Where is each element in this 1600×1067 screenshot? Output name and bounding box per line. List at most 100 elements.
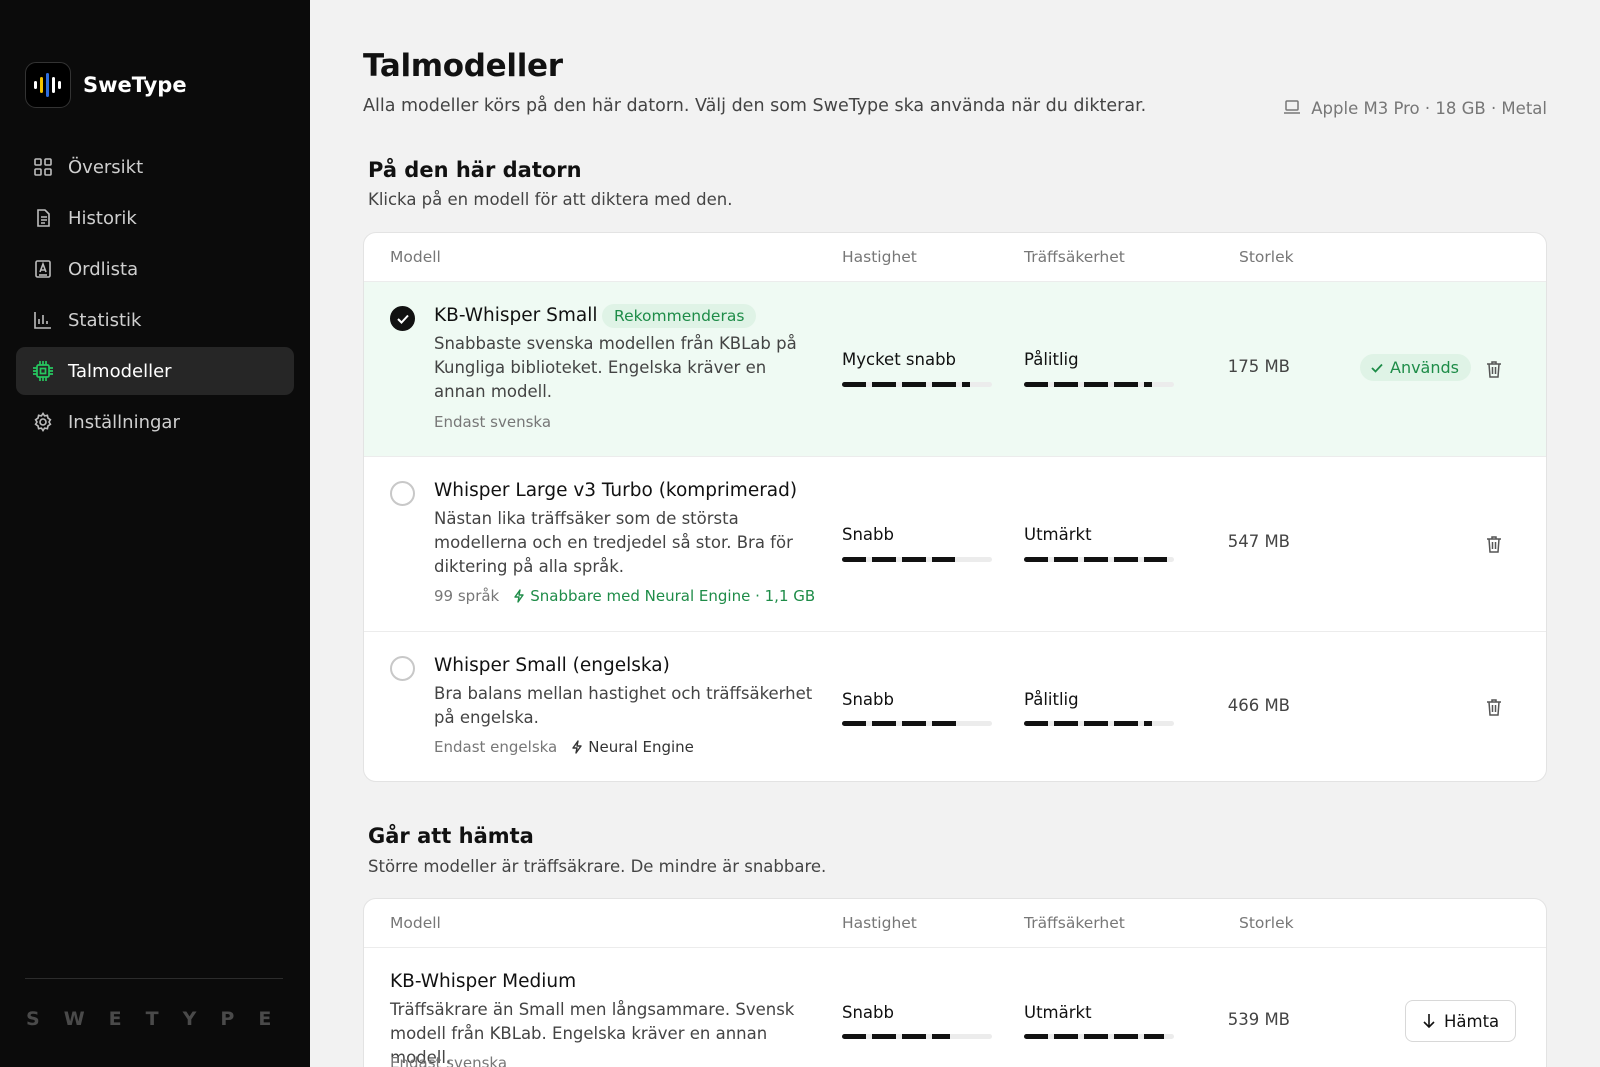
- section-title-available: Går att hämta: [368, 824, 534, 848]
- col-accuracy: Träffsäkerhet: [1024, 248, 1125, 266]
- sidebar-item-installningar[interactable]: Inställningar: [16, 398, 294, 446]
- delete-model-button[interactable]: [1484, 534, 1504, 554]
- model-name: Whisper Small (engelska): [434, 655, 670, 676]
- col-model: Modell: [390, 248, 441, 266]
- speed-bar: [842, 721, 992, 726]
- sidebar-item-oversikt[interactable]: Översikt: [16, 143, 294, 191]
- language-tag: Endast svenska: [390, 1054, 508, 1067]
- model-row-kb-whisper-medium[interactable]: KB-Whisper Medium Träffsäkrare än Small …: [364, 948, 1546, 1067]
- model-radio[interactable]: [390, 481, 415, 506]
- accuracy-bar: [1024, 557, 1174, 562]
- section-subtitle-available: Större modeller är träffsäkrare. De mind…: [368, 857, 827, 876]
- sidebar-item-statistik[interactable]: Statistik: [16, 296, 294, 344]
- accuracy-label: Utmärkt: [1024, 525, 1092, 544]
- download-button[interactable]: Hämta: [1405, 1000, 1517, 1042]
- model-size: 539 MB: [1227, 1010, 1290, 1029]
- installed-models-table: Modell Hastighet Träffsäkerhet Storlek K…: [363, 232, 1547, 782]
- recommended-badge: Rekommenderas: [602, 304, 757, 328]
- sidebar-item-ordlista[interactable]: Ordlista: [16, 245, 294, 293]
- speed-bar: [842, 1034, 992, 1039]
- col-size: Storlek: [1239, 914, 1294, 932]
- chip-icon: [32, 360, 54, 382]
- table-header: Modell Hastighet Träffsäkerhet Storlek: [364, 233, 1546, 282]
- arrow-down-icon: [1423, 1014, 1435, 1029]
- sidebar-item-talmodeller[interactable]: Talmodeller: [16, 347, 294, 395]
- col-speed: Hastighet: [842, 248, 917, 266]
- sidebar-item-label: Statistik: [68, 309, 142, 331]
- model-size: 175 MB: [1227, 357, 1290, 376]
- accuracy-bar: [1024, 1034, 1174, 1039]
- sidebar-item-label: Historik: [68, 207, 137, 229]
- brand[interactable]: SweType: [25, 62, 187, 108]
- model-description: Snabbaste svenska modellen från KBLab på…: [434, 334, 797, 401]
- laptop-icon: [1283, 99, 1301, 118]
- model-size: 547 MB: [1227, 532, 1290, 551]
- col-model: Modell: [390, 914, 441, 932]
- speed-label: Snabb: [842, 525, 894, 544]
- accuracy-bar-fill: [1024, 557, 1167, 562]
- model-name: KB-Whisper Medium: [390, 971, 577, 992]
- waveform-logo-icon: [25, 62, 71, 108]
- speed-label: Snabb: [842, 690, 894, 709]
- model-row-whisper-large-v3-turbo[interactable]: Whisper Large v3 Turbo (komprimerad) Näs…: [364, 457, 1546, 632]
- delete-model-button[interactable]: [1484, 359, 1504, 379]
- sidebar-divider: [25, 978, 283, 979]
- language-tag: Endast engelska: [434, 738, 558, 756]
- accuracy-label: Pålitlig: [1024, 350, 1079, 369]
- speed-label: Mycket snabb: [842, 350, 957, 369]
- device-label: Apple M3 Pro · 18 GB · Metal: [1311, 99, 1547, 118]
- sidebar-item-label: Inställningar: [68, 411, 180, 433]
- accuracy-bar-fill: [1024, 721, 1152, 726]
- gear-icon: [32, 411, 54, 433]
- speed-bar: [842, 557, 992, 562]
- grid-icon: [32, 156, 54, 178]
- speed-bar-fill: [842, 1034, 950, 1039]
- dictionary-icon: [32, 258, 54, 280]
- accuracy-bar-fill: [1024, 382, 1152, 387]
- trash-icon: [1487, 361, 1501, 378]
- speed-label: Snabb: [842, 1003, 894, 1022]
- col-size: Storlek: [1239, 248, 1294, 266]
- in-use-badge: Används: [1360, 354, 1471, 381]
- model-tags: Endast svenska: [434, 413, 551, 431]
- model-name: KB-Whisper Small: [434, 305, 598, 326]
- accuracy-label: Pålitlig: [1024, 690, 1079, 709]
- table-header: Modell Hastighet Träffsäkerhet Storlek: [364, 899, 1546, 948]
- device-info: Apple M3 Pro · 18 GB · Metal: [1283, 99, 1547, 118]
- accuracy-bar: [1024, 382, 1174, 387]
- section-title-installed: På den här datorn: [368, 158, 582, 182]
- model-description: Nästan lika träffsäker som de största mo…: [434, 509, 793, 576]
- model-row-whisper-small-english[interactable]: Whisper Small (engelska) Bra balans mell…: [364, 632, 1546, 781]
- page-subtitle: Alla modeller körs på den här datorn. Vä…: [363, 96, 1147, 116]
- speed-bar: [842, 382, 992, 387]
- model-tags: Endast engelska Neural Engine: [434, 738, 694, 756]
- speed-bar-fill: [842, 382, 970, 387]
- check-icon: [1371, 363, 1383, 373]
- model-row-kb-whisper-small[interactable]: KB-Whisper Small Rekommenderas Snabbaste…: [364, 282, 1546, 457]
- lightning-icon: [572, 740, 582, 754]
- trash-icon: [1487, 536, 1501, 553]
- model-radio[interactable]: [390, 656, 415, 681]
- check-icon: [396, 314, 409, 324]
- model-description: Bra balans mellan hastighet och träffsäk…: [434, 684, 813, 727]
- sidebar-nav: Översikt Historik Ordlista Statistik Tal…: [16, 143, 294, 449]
- sidebar: SweType Översikt Historik Ordlista Stati…: [0, 0, 310, 1067]
- language-tag: Endast svenska: [434, 413, 552, 431]
- speed-bar-fill: [842, 721, 962, 726]
- bar-chart-icon: [32, 309, 54, 331]
- model-radio-selected[interactable]: [390, 306, 415, 331]
- brand-name: SweType: [83, 73, 187, 97]
- sidebar-item-label: Ordlista: [68, 258, 139, 280]
- available-models-table: Modell Hastighet Träffsäkerhet Storlek K…: [363, 898, 1547, 1067]
- accuracy-bar: [1024, 721, 1174, 726]
- delete-model-button[interactable]: [1484, 697, 1504, 717]
- sidebar-item-historik[interactable]: Historik: [16, 194, 294, 242]
- model-size: 466 MB: [1227, 696, 1290, 715]
- neural-engine-tag: Neural Engine: [571, 738, 694, 756]
- neural-engine-tag: Snabbare med Neural Engine · 1,1 GB: [513, 587, 815, 605]
- model-tags: Endast svenska: [390, 1054, 507, 1067]
- section-subtitle-installed: Klicka på en modell för att diktera med …: [368, 190, 733, 209]
- lightning-icon: [514, 589, 524, 603]
- col-accuracy: Träffsäkerhet: [1024, 914, 1125, 932]
- document-icon: [32, 207, 54, 229]
